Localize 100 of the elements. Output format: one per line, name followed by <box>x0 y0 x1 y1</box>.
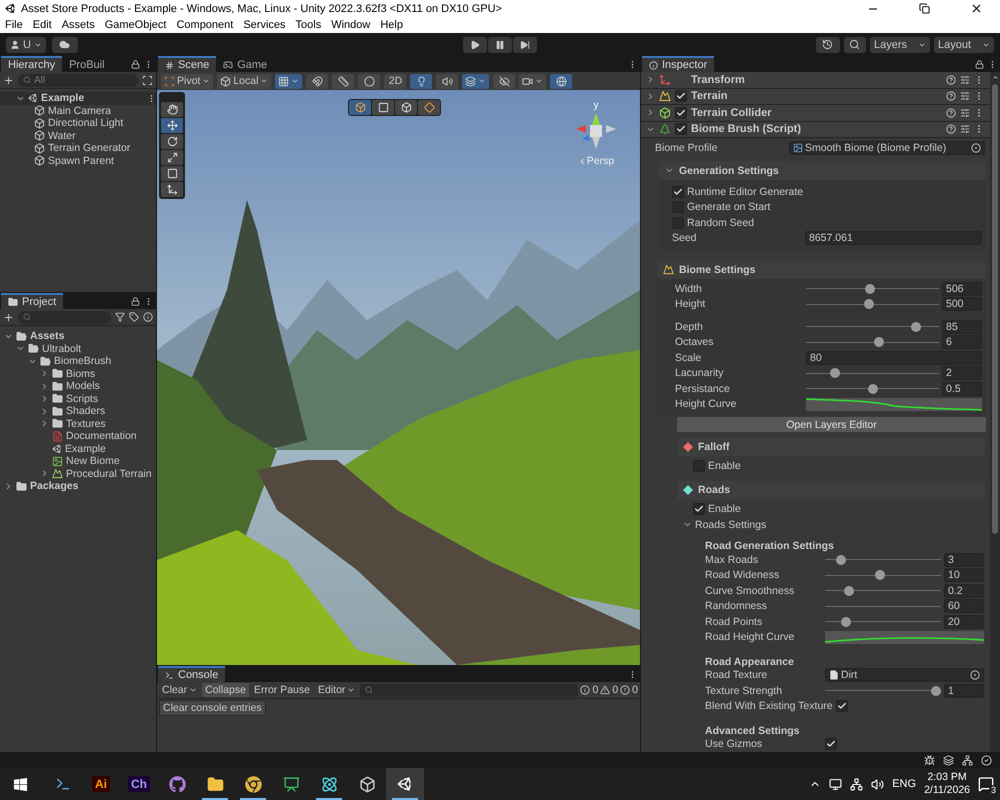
asset-label[interactable]: Textures <box>66 418 106 430</box>
panel-tab[interactable]: ProBuil <box>62 56 112 72</box>
checkbox[interactable] <box>675 123 687 136</box>
asset-label[interactable]: Packages <box>30 480 78 492</box>
toolbar-button[interactable] <box>436 74 458 88</box>
history-button[interactable] <box>816 36 840 52</box>
preset-icon[interactable] <box>960 124 970 134</box>
number-field[interactable]: 10 <box>944 568 984 582</box>
slider-thumb[interactable] <box>868 384 878 394</box>
checkbox[interactable] <box>672 186 684 198</box>
menu-item[interactable]: Window <box>331 19 370 31</box>
number-field[interactable]: 60 <box>944 599 984 614</box>
slider-thumb[interactable] <box>911 322 922 332</box>
caret-icon[interactable] <box>646 92 655 101</box>
checkbox[interactable] <box>825 738 837 750</box>
number-field[interactable]: 85 <box>942 320 982 334</box>
view-option-button[interactable] <box>372 100 394 115</box>
slider-track[interactable] <box>806 322 939 332</box>
caret-icon[interactable] <box>40 419 49 428</box>
console-button[interactable]: Collapse <box>202 683 249 697</box>
lock-icon[interactable] <box>975 60 984 68</box>
tool-button[interactable] <box>161 150 183 165</box>
console-button[interactable]: Error Pause <box>250 683 313 697</box>
slider-track[interactable] <box>825 586 941 596</box>
asset-label[interactable]: Procedural Terrain <box>66 468 152 480</box>
preset-icon[interactable] <box>960 74 970 85</box>
component-header[interactable]: Terrain <box>641 88 990 105</box>
menu-item[interactable]: Edit <box>32 19 52 31</box>
toolbar-button[interactable]: 2D <box>384 74 406 88</box>
asset-label[interactable]: Example <box>65 442 106 455</box>
asset-label[interactable]: Documentation <box>66 430 137 442</box>
help-icon[interactable] <box>946 108 956 118</box>
checkbox-label[interactable]: Runtime Editor Generate <box>687 186 804 198</box>
scene-search-icon[interactable] <box>142 74 153 86</box>
slider-track[interactable] <box>806 384 939 394</box>
toolbar-button[interactable] <box>332 74 354 88</box>
layout-dropdown[interactable]: Layout <box>934 36 994 52</box>
help-icon[interactable] <box>946 74 956 85</box>
asset-label[interactable]: Shaders <box>66 405 106 418</box>
help-icon[interactable] <box>946 124 956 134</box>
layers-dropdown[interactable]: Layers <box>870 36 930 52</box>
picker-icon[interactable] <box>970 670 980 680</box>
caret-icon[interactable] <box>646 108 655 118</box>
preset-icon[interactable] <box>960 108 970 118</box>
panel-tab[interactable]: Project <box>1 293 64 309</box>
caret-icon[interactable] <box>40 394 49 404</box>
info-icon[interactable] <box>580 685 590 695</box>
toolbar-button[interactable] <box>550 74 572 88</box>
number-field[interactable]: 0.2 <box>944 584 984 598</box>
tag-icon[interactable] <box>129 312 139 322</box>
slider-track[interactable] <box>806 299 939 310</box>
slider-thumb[interactable] <box>874 570 885 580</box>
asset-label[interactable]: Assets <box>30 330 64 342</box>
menu-item[interactable]: Component <box>176 19 234 31</box>
number-field[interactable]: 506 <box>942 282 982 296</box>
info-icon[interactable] <box>143 312 153 322</box>
panel-tab[interactable]: Console <box>158 666 226 682</box>
monitor-icon[interactable] <box>829 778 842 790</box>
menu-item[interactable]: GameObject <box>104 19 166 31</box>
caret-icon[interactable] <box>665 166 674 175</box>
preset-icon[interactable] <box>960 91 970 102</box>
scrollbar[interactable] <box>990 72 1000 752</box>
number-field[interactable]: 80 <box>806 350 982 365</box>
taskbar-app[interactable]: Ai <box>82 768 120 800</box>
game-object-label[interactable]: Terrain Generator <box>48 142 130 154</box>
open-layers-editor-button[interactable]: Open Layers Editor <box>677 417 986 432</box>
clock[interactable]: 2:03 PM 2/11/2026 <box>924 771 970 797</box>
lock-icon[interactable] <box>131 60 140 68</box>
search-field[interactable] <box>18 310 111 324</box>
menu-item[interactable]: Tools <box>296 19 322 31</box>
component-header[interactable]: Biome Brush (Script) <box>641 122 990 138</box>
asset-label[interactable]: Models <box>66 380 100 392</box>
toolbar-button[interactable]: Local <box>217 74 272 88</box>
toolbar-button[interactable]: Pivot <box>161 74 214 88</box>
number-field[interactable]: 500 <box>942 297 982 312</box>
number-field[interactable]: 8657.061 <box>805 231 982 246</box>
search-field[interactable] <box>360 684 578 696</box>
slider-track[interactable] <box>806 368 939 378</box>
language-indicator[interactable]: ENG <box>892 778 916 790</box>
taskbar-app[interactable]: Ch <box>120 768 158 800</box>
slider-thumb[interactable] <box>931 686 942 696</box>
slider-track[interactable] <box>825 554 941 565</box>
notification-button[interactable]: 3 <box>978 776 994 792</box>
caret-icon[interactable] <box>40 406 49 416</box>
asset-label[interactable]: BiomeBrush <box>54 355 112 368</box>
checkbox[interactable] <box>693 503 705 516</box>
section-header[interactable]: Biome Settings <box>657 260 986 279</box>
caret-icon[interactable] <box>4 482 13 491</box>
toolbar-button[interactable] <box>358 74 380 88</box>
layers-icon[interactable] <box>943 754 954 766</box>
slider-thumb[interactable] <box>840 616 851 627</box>
number-field[interactable]: 6 <box>942 335 982 350</box>
tool-button[interactable] <box>161 118 183 133</box>
checkbox-label[interactable]: Generate on Start <box>687 201 770 214</box>
pause-button[interactable] <box>488 36 512 52</box>
component-header[interactable]: Terrain Collider <box>641 105 990 122</box>
filter-icon[interactable] <box>115 312 125 322</box>
slider-track[interactable] <box>806 284 939 294</box>
account-button[interactable]: U <box>6 36 46 52</box>
checkbox[interactable] <box>675 106 687 119</box>
